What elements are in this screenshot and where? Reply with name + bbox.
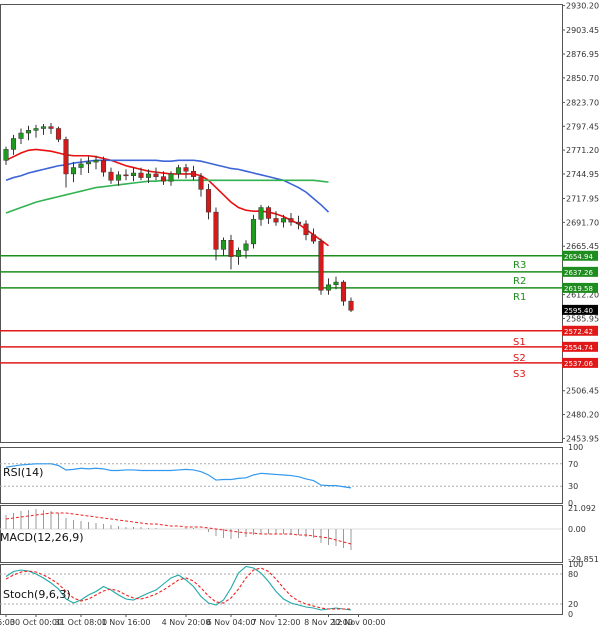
stoch-panel-label: Stoch(9,6,3): [3, 588, 71, 601]
level-label-r3: R3: [513, 260, 526, 271]
price-y-tick-label: 2691.70: [566, 218, 599, 227]
price-y-tick-label: 2850.70: [566, 74, 599, 83]
price-y-tick-label: 2930.20: [566, 2, 599, 11]
x-tick-label: 4 Nov 20:00: [162, 618, 211, 627]
price-y-tick-label: 2717.95: [566, 195, 599, 204]
candle-bearish: [340, 281, 347, 302]
candle-bullish: [243, 243, 249, 251]
forex-chart: 2930.20 2903.45 2876.95 2850.70 2823.70 2797.…: [0, 0, 600, 633]
level-price-tag-text-s2: 2554.74: [564, 344, 593, 352]
price-y-tick-label: 2480.20: [566, 411, 599, 420]
level-price-tag-text-r3: 2654.94: [564, 253, 593, 261]
candle-bearish: [138, 172, 144, 178]
candle-bearish: [183, 167, 189, 172]
candle-bearish: [198, 176, 204, 190]
macd-y-tick-label: 21.092: [568, 504, 596, 513]
x-tick-label: 6 Nov 04:00: [207, 618, 256, 627]
candle-bullish: [33, 128, 39, 131]
candle-bearish: [205, 189, 212, 213]
candle-bearish: [123, 174, 129, 177]
candle-bearish: [228, 240, 234, 257]
candle-bearish: [310, 234, 317, 242]
candle-bullish: [235, 250, 242, 257]
candle-bearish: [63, 139, 69, 175]
price-y-tick-label: 2506.45: [566, 387, 599, 396]
price-y-tick-label: 2744.95: [566, 170, 599, 179]
level-price-tag-text-s1: 2572.42: [564, 328, 593, 336]
candle-bearish: [318, 240, 324, 291]
candle-bullish: [40, 126, 47, 129]
rsi-panel-label: RSI(14): [3, 466, 43, 479]
candle-bearish: [108, 171, 114, 181]
level-price-tag-text-r1: 2619.58: [564, 285, 593, 293]
candle-bullish: [93, 160, 99, 163]
chart-background: [0, 0, 600, 633]
candle-bearish: [295, 221, 302, 225]
candle-bullish: [168, 173, 174, 182]
candle-bullish: [85, 161, 92, 165]
candle-bearish: [303, 223, 309, 236]
level-label-r2: R2: [513, 276, 526, 287]
candle-bearish: [55, 128, 62, 140]
candle-bullish: [250, 219, 257, 245]
level-price-tag-text-r2: 2637.26: [564, 269, 593, 277]
candle-bullish: [10, 138, 17, 150]
candle-bullish: [18, 132, 24, 139]
macd-y-tick-label: 0.00: [568, 525, 586, 534]
level-price-tag-text-s3: 2537.06: [564, 360, 593, 368]
level-label-r1: R1: [513, 292, 526, 303]
candle-bullish: [70, 167, 77, 175]
x-tick-label: 12 Nov 00:00: [332, 618, 386, 627]
stoch-y-tick-label: 0: [568, 610, 573, 619]
price-y-tick-label: 2876.95: [566, 50, 599, 59]
x-tick-label: 31 Oct 08:00: [55, 618, 107, 627]
candle-bearish: [190, 170, 197, 177]
candle-bullish: [280, 218, 287, 223]
candle-bearish: [273, 218, 279, 223]
price-y-tick-label: 2903.45: [566, 26, 599, 35]
price-y-tick-label: 2665.45: [566, 242, 599, 251]
candle-bearish: [265, 207, 272, 219]
rsi-y-tick-label: 70: [568, 460, 578, 469]
candle-bullish: [78, 163, 84, 168]
candle-bullish: [258, 207, 264, 220]
candle-bearish: [213, 211, 219, 250]
x-tick-label: 1 Nov 16:00: [102, 618, 151, 627]
price-y-tick-label: 2823.70: [566, 98, 599, 107]
price-y-tick-label: 2771.20: [566, 146, 599, 155]
price-y-tick-label: 2797.45: [566, 122, 599, 131]
level-label-s3: S3: [513, 369, 526, 380]
current-price-text: 2595.40: [564, 307, 593, 315]
candle-bullish: [130, 172, 137, 176]
candle-bullish: [25, 130, 32, 134]
candle-bullish: [175, 167, 182, 175]
candle-bearish: [348, 300, 354, 311]
candle-bearish: [160, 176, 167, 182]
candle-bullish: [3, 149, 9, 161]
candle-bullish: [325, 284, 332, 291]
stoch-y-tick-label: 100: [568, 560, 583, 569]
candle-bullish: [145, 173, 152, 178]
rsi-y-tick-label: 100: [568, 443, 583, 452]
candle-bearish: [100, 160, 107, 173]
candle-bullish: [333, 281, 339, 286]
price-y-tick-label: 2585.95: [566, 314, 599, 323]
candle-bearish: [288, 218, 294, 223]
macd-panel-label: MACD(12,26,9): [0, 531, 84, 544]
candle-bullish: [115, 174, 122, 181]
candle-bearish: [48, 126, 54, 129]
candle-bullish: [220, 240, 227, 250]
stoch-y-tick-label: 20: [568, 600, 578, 609]
rsi-y-tick-label: 30: [568, 482, 578, 491]
x-tick-label: 7 Nov 12:00: [252, 618, 301, 627]
stoch-y-tick-label: 80: [568, 570, 578, 579]
candle-bearish: [153, 173, 159, 177]
